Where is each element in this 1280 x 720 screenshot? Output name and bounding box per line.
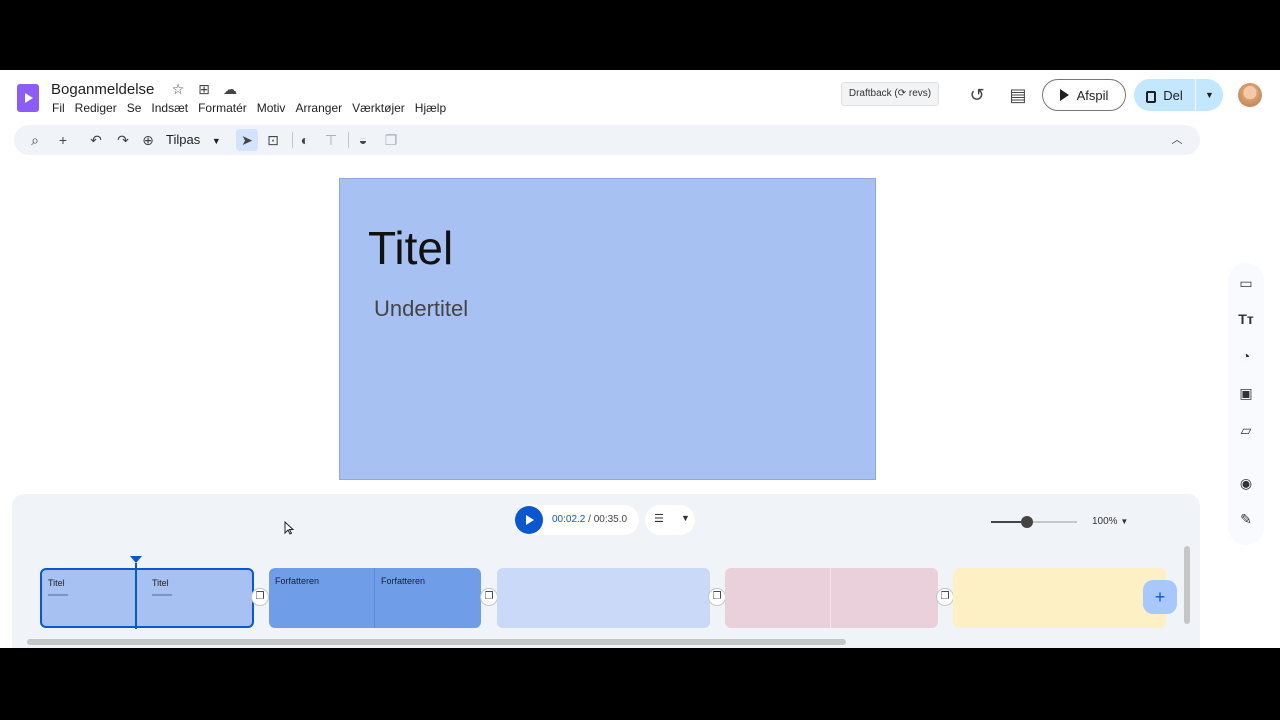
transition-icon[interactable]: ❐	[251, 588, 269, 606]
media-icon[interactable]: ▣	[1236, 383, 1256, 403]
menu-help[interactable]: Hjælp	[415, 101, 446, 115]
timeline-clip[interactable]: Titel Titel	[40, 568, 254, 628]
mouse-cursor-icon	[284, 521, 294, 535]
timeline-panel: 00:02.2 / 00:35.0 ☰ ▼ 100% ▼ Titel Titel…	[12, 494, 1200, 648]
timeline-play-button[interactable]	[515, 506, 543, 534]
search-icon[interactable]: ⌕	[26, 131, 44, 149]
zoom-icon[interactable]: ⊕	[139, 131, 157, 149]
share-label: Del	[1163, 87, 1183, 103]
slider-knob[interactable]	[1021, 516, 1033, 528]
text-style-icon[interactable]: Tт	[1236, 309, 1256, 329]
clip-segment	[725, 568, 831, 628]
clip-subtitle-line	[48, 594, 68, 596]
zoom-percent: 100%	[1092, 516, 1118, 527]
folder-icon[interactable]: ▱	[1236, 420, 1256, 440]
play-label: Afspil	[1076, 87, 1109, 103]
clip-segment: Forfatteren	[269, 568, 375, 628]
avatar[interactable]	[1238, 83, 1262, 107]
undo-icon[interactable]: ↶	[87, 131, 105, 149]
slide-title[interactable]: Titel	[368, 221, 453, 275]
notes-icon[interactable]: ✎	[1236, 509, 1256, 529]
menu-edit[interactable]: Rediger	[75, 101, 117, 115]
time-display: 00:02.2 / 00:35.0	[552, 514, 627, 525]
palette-icon[interactable]: ◐	[296, 131, 314, 149]
slide-canvas[interactable]: Titel Undertitel	[339, 178, 876, 480]
menu-insert[interactable]: Indsæt	[151, 101, 188, 115]
timeline-clip[interactable]: Forfatteren Forfatteren	[269, 568, 481, 628]
zoom-select[interactable]: Tilpas ▼	[166, 132, 221, 147]
menu-arrange[interactable]: Arranger	[295, 101, 342, 115]
playhead-line[interactable]	[135, 563, 137, 629]
cloud-status-icon[interactable]: ☁	[222, 81, 238, 97]
title-icons: ☆ ⊞ ☁	[170, 81, 238, 97]
chevron-down-icon: ▼	[681, 513, 690, 523]
layout-icon: ☰	[654, 513, 664, 525]
toolbar-divider	[292, 132, 293, 148]
add-scene-button[interactable]: +	[1143, 580, 1177, 614]
side-panel: ▭ Tт ◔ ▣ ▱ ◉ ✎	[1228, 263, 1264, 545]
slide-subtitle[interactable]: Undertitel	[374, 296, 468, 322]
zoom-dropdown-icon: ▼	[211, 136, 221, 146]
shapes-icon[interactable]: ◔	[1236, 346, 1256, 366]
app-window: Boganmeldelse ☆ ⊞ ☁ Fil Rediger Se Indsæ…	[0, 70, 1280, 648]
menu-file[interactable]: Fil	[52, 101, 65, 115]
menu-tools[interactable]: Værktøjer	[352, 101, 405, 115]
time-separator: /	[585, 514, 594, 525]
clip-label: Titel	[152, 578, 169, 588]
paint-format-icon[interactable]: ⊤	[322, 131, 340, 149]
playback-controls: 00:02.2 / 00:35.0	[515, 505, 639, 535]
current-time: 00:02.2	[552, 514, 586, 525]
transition-icon[interactable]: ❐	[708, 588, 726, 606]
vids-logo-icon[interactable]	[17, 84, 39, 112]
version-history-icon[interactable]: ↺	[967, 85, 987, 105]
clip-label: Forfatteren	[275, 576, 320, 586]
clip-label: Titel	[48, 578, 65, 588]
fill-color-icon[interactable]: ◒	[354, 131, 372, 149]
play-button[interactable]: Afspil	[1042, 79, 1126, 111]
menu-format[interactable]: Formatér	[198, 101, 247, 115]
clip-label: Forfatteren	[381, 576, 426, 586]
toolbar: ⌕ + ↶ ↷ ⊕ Tilpas ▼ ➤ ⊡ ◐ ⊤ ◒ ❐ ︿	[14, 125, 1200, 155]
comments-icon[interactable]: ▤	[1008, 85, 1028, 105]
clip-subtitle-line	[152, 594, 172, 596]
document-title[interactable]: Boganmeldelse	[51, 81, 154, 98]
clip-segment: Titel	[42, 570, 138, 626]
vertical-scrollbar[interactable]	[1184, 546, 1190, 624]
zoom-label: Tilpas	[166, 132, 201, 147]
menu-view[interactable]: Se	[127, 101, 142, 115]
clip-segment: Forfatteren	[375, 568, 481, 628]
draftback-button[interactable]: Draftback (⟳ revs)	[841, 82, 939, 106]
collapse-toolbar-chevron-icon[interactable]: ︿	[1168, 131, 1186, 149]
transition-icon[interactable]: ❐	[480, 588, 498, 606]
share-dropdown-chevron-icon[interactable]: ▼	[1196, 90, 1223, 100]
text-box-icon[interactable]: ⊡	[264, 131, 282, 149]
select-cursor-icon[interactable]: ➤	[236, 129, 258, 151]
star-icon[interactable]: ☆	[170, 81, 186, 97]
clip-segment: Titel	[146, 570, 252, 626]
timeline-zoom-slider[interactable]	[991, 516, 1077, 528]
timeline-clip[interactable]	[725, 568, 938, 628]
timeline-zoom-select[interactable]: 100% ▼	[1092, 516, 1128, 527]
add-icon[interactable]: +	[54, 131, 72, 149]
horizontal-scrollbar[interactable]	[27, 639, 846, 645]
playhead-handle[interactable]	[130, 556, 142, 563]
menu-bar: Fil Rediger Se Indsæt Formatér Motiv Arr…	[52, 101, 456, 115]
timeline-clip[interactable]	[497, 568, 710, 628]
total-time: 00:35.0	[593, 514, 628, 525]
timeline-layout-toggle[interactable]: ☰ ▼	[645, 505, 695, 535]
record-icon[interactable]: ◉	[1236, 473, 1256, 493]
lock-icon	[1146, 91, 1157, 103]
effects-icon[interactable]: ❐	[382, 131, 400, 149]
share-button[interactable]: Del	[1134, 79, 1196, 111]
play-icon	[1059, 89, 1069, 101]
toolbar-divider	[348, 132, 349, 148]
move-folder-icon[interactable]: ⊞	[196, 81, 212, 97]
timeline-clip[interactable]	[953, 568, 1166, 628]
menu-theme[interactable]: Motiv	[257, 101, 286, 115]
script-icon[interactable]: ▭	[1236, 273, 1256, 293]
share-button-group: Del ▼	[1134, 79, 1223, 111]
redo-icon[interactable]: ↷	[114, 131, 132, 149]
transition-icon[interactable]: ❐	[936, 588, 954, 606]
chevron-down-icon: ▼	[1120, 517, 1129, 526]
